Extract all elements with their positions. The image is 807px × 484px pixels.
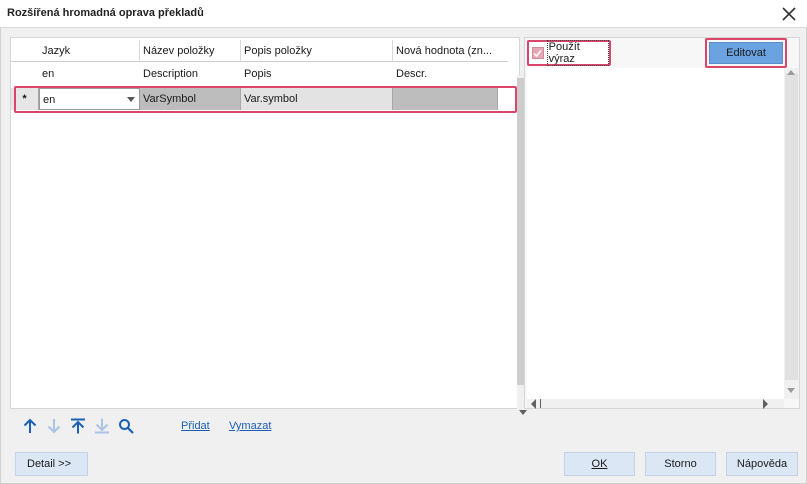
help-button[interactable]: Nápověda — [726, 452, 798, 476]
scroll-down-icon[interactable] — [787, 388, 795, 393]
column-header-nova-hodnota[interactable]: Nová hodnota (zn... — [393, 40, 498, 62]
cancel-button[interactable]: Storno — [645, 452, 716, 476]
chevron-down-icon[interactable] — [127, 97, 135, 102]
row-toolbar — [19, 416, 139, 436]
move-to-bottom-button[interactable] — [91, 416, 113, 436]
close-button[interactable] — [779, 4, 799, 24]
move-down-button[interactable] — [43, 416, 65, 436]
use-expression-checkbox-wrapper[interactable]: Použít výraz — [527, 40, 611, 66]
jazyk-combobox[interactable]: en — [39, 88, 140, 110]
editor-horizontal-scrollbar[interactable] — [527, 399, 784, 409]
cell-popis[interactable]: Popis — [241, 63, 393, 85]
use-expression-label[interactable]: Použít výraz — [546, 40, 609, 66]
ok-button-label: OK — [591, 458, 608, 470]
detail-button[interactable]: Detail >> — [15, 452, 88, 476]
search-icon — [119, 419, 134, 434]
jazyk-combobox-value: en — [43, 94, 56, 106]
cell-nova-hodnota[interactable]: Descr. — [393, 63, 498, 85]
cell-popis[interactable]: Var.symbol — [241, 88, 393, 110]
move-up-button[interactable] — [19, 416, 41, 436]
title-bar: Rozšířená hromadná oprava překladů — [0, 0, 807, 28]
move-to-bottom-icon — [95, 418, 109, 434]
dialog-body: Jazyk Název položky Popis položky Nová h… — [0, 28, 807, 484]
new-row-indicator: * — [11, 88, 39, 110]
scroll-left-icon[interactable] — [531, 399, 536, 409]
cell-nazev[interactable]: VarSymbol — [140, 88, 241, 110]
use-expression-checkbox[interactable] — [532, 47, 544, 59]
checkmark-icon — [533, 49, 542, 57]
scroll-down-icon[interactable] — [519, 410, 527, 415]
editor-hscroll-thumb[interactable] — [540, 399, 541, 408]
row-indicator-header — [11, 40, 39, 62]
grid-header: Jazyk Název položky Popis položky Nová h… — [11, 40, 508, 62]
arrow-down-icon — [47, 419, 61, 434]
column-header-nazev[interactable]: Název položky — [140, 40, 241, 62]
row-indicator — [11, 63, 39, 85]
column-header-jazyk[interactable]: Jazyk — [39, 40, 140, 62]
cell-nazev[interactable]: Description — [140, 63, 241, 85]
column-header-popis[interactable]: Popis položky — [241, 40, 393, 62]
ok-button[interactable]: OK — [564, 452, 635, 476]
table-row[interactable]: * en VarSymbol Var.symbol — [11, 88, 508, 110]
close-icon — [782, 7, 796, 21]
edit-button[interactable]: Editovat — [709, 42, 783, 64]
expression-editor[interactable] — [527, 68, 784, 399]
editor-vertical-scrollbar[interactable] — [784, 68, 799, 399]
cell-jazyk[interactable]: en — [39, 63, 140, 85]
move-to-top-button[interactable] — [67, 416, 89, 436]
scroll-right-icon[interactable] — [763, 399, 768, 409]
window-title: Rozšířená hromadná oprava překladů — [7, 7, 204, 19]
edit-button-highlight: Editovat — [705, 38, 787, 68]
cell-nova-hodnota[interactable] — [393, 88, 498, 110]
delete-link[interactable]: Vymazat — [229, 420, 271, 432]
table-row[interactable]: en Description Popis Descr. — [11, 63, 508, 85]
add-link[interactable]: Přidat — [181, 420, 210, 432]
search-button[interactable] — [115, 416, 137, 436]
scroll-up-icon[interactable] — [787, 70, 795, 75]
translations-grid: Jazyk Název položky Popis položky Nová h… — [10, 37, 530, 419]
expression-panel: Použít výraz Editovat — [524, 37, 800, 409]
arrow-up-icon — [23, 418, 37, 433]
editor-scrollbar-thumb[interactable] — [785, 73, 798, 380]
move-to-top-icon — [71, 418, 85, 434]
